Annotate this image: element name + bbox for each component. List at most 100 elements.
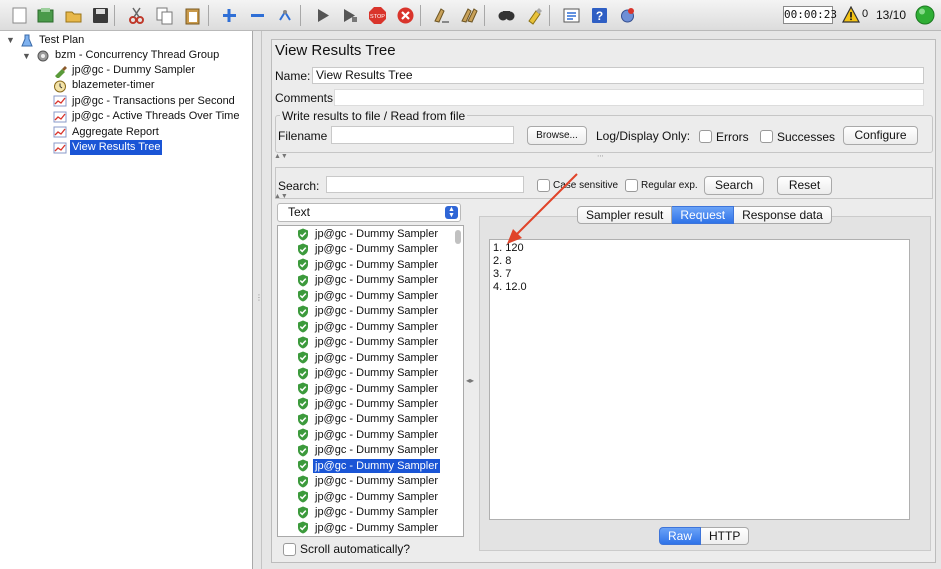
success-shield-icon — [297, 351, 309, 364]
copy-icon[interactable] — [153, 4, 176, 27]
help-icon[interactable]: ? — [588, 4, 611, 27]
list-item-label: jp@gc - Dummy Sampler — [315, 506, 439, 519]
request-text-area[interactable]: 1. 120 2. 8 3. 7 4. 12.0 — [489, 239, 910, 520]
success-shield-icon — [297, 243, 309, 256]
list-item[interactable]: jp@gc - Dummy Sampler — [297, 397, 440, 411]
list-item[interactable]: jp@gc - Dummy Sampler — [297, 490, 440, 504]
list-item[interactable]: jp@gc - Dummy Sampler — [297, 412, 440, 426]
list-item[interactable]: jp@gc - Dummy Sampler — [297, 505, 440, 519]
stop-icon[interactable]: STOP — [366, 4, 389, 27]
test-plan-tree: ▼ Test Plan ▼ bzm - Concurrency Thread G… — [0, 31, 253, 569]
list-item[interactable]: jp@gc - Dummy Sampler — [297, 273, 440, 287]
tab-request[interactable]: Request — [672, 206, 735, 224]
filename-input[interactable] — [331, 126, 514, 144]
request-line: 3. 7 — [493, 268, 512, 280]
configure-button[interactable]: Configure — [843, 126, 918, 145]
save-icon[interactable] — [89, 4, 112, 27]
tree-node-test-plan[interactable]: Test Plan — [20, 33, 86, 48]
tree-node[interactable]: jp@gc - Dummy Sampler — [53, 63, 197, 78]
collapse-arrows-icon[interactable]: ▲▼ — [274, 193, 288, 200]
warning-icon[interactable] — [842, 5, 860, 24]
clear-all-icon[interactable] — [458, 4, 481, 27]
name-field[interactable]: View Results Tree — [312, 67, 924, 84]
list-item[interactable]: jp@gc - Dummy Sampler — [297, 521, 440, 535]
clear-icon[interactable] — [430, 4, 453, 27]
scroll-automatically-option[interactable]: Scroll automatically? — [283, 542, 410, 556]
errors-label: Errors — [716, 130, 749, 144]
list-item[interactable]: jp@gc - Dummy Sampler — [297, 242, 440, 256]
collapse-icon[interactable] — [246, 4, 269, 27]
errors-checkbox[interactable] — [699, 130, 712, 143]
list-item[interactable]: jp@gc - Dummy Sampler — [297, 443, 440, 457]
tab-sampler-result[interactable]: Sampler result — [577, 206, 673, 224]
list-item[interactable]: jp@gc - Dummy Sampler — [297, 227, 440, 241]
list-item[interactable]: jp@gc - Dummy Sampler — [297, 304, 440, 318]
reset-search-icon[interactable] — [523, 4, 546, 27]
search-input[interactable] — [326, 176, 524, 193]
browse-button[interactable]: Browse... — [527, 126, 587, 145]
tree-node[interactable]: Aggregate Report — [53, 125, 161, 140]
reset-button[interactable]: Reset — [777, 176, 832, 195]
flask-icon — [20, 34, 34, 48]
list-item[interactable]: jp@gc - Dummy Sampler — [297, 351, 440, 365]
tree-node-thread-group[interactable]: bzm - Concurrency Thread Group — [36, 48, 221, 63]
search-icon[interactable] — [495, 4, 518, 27]
function-helper-icon[interactable] — [560, 4, 583, 27]
toolbar-separator — [208, 5, 209, 26]
comments-label: Comments: — [275, 91, 337, 105]
templates-icon[interactable] — [34, 4, 57, 27]
paste-icon[interactable] — [181, 4, 204, 27]
tree-node[interactable]: View Results Tree — [53, 140, 163, 155]
list-item[interactable]: jp@gc - Dummy Sampler — [297, 382, 440, 396]
success-shield-icon — [297, 228, 309, 241]
list-item[interactable]: jp@gc - Dummy Sampler — [297, 289, 440, 303]
list-item[interactable]: jp@gc - Dummy Sampler — [297, 258, 440, 272]
success-shield-icon — [297, 413, 309, 426]
expand-arrow-icon[interactable]: ▼ — [22, 51, 31, 61]
cut-icon[interactable] — [125, 4, 148, 27]
divider-handle[interactable]: ⋯ — [597, 153, 604, 160]
tree-node[interactable]: blazemeter-timer — [53, 78, 157, 93]
new-icon[interactable] — [8, 4, 31, 27]
results-list[interactable]: jp@gc - Dummy Sampler jp@gc - Dummy Sampl… — [277, 225, 464, 537]
collapse-arrows-icon[interactable]: ▲▼ — [274, 153, 288, 160]
case-sensitive-checkbox[interactable] — [537, 179, 550, 192]
filename-label: Filename — [278, 129, 328, 143]
success-shield-icon — [297, 428, 309, 441]
regex-checkbox[interactable] — [625, 179, 638, 192]
split-handle-icon[interactable]: ◂▸ — [466, 376, 474, 385]
list-item[interactable]: jp@gc - Dummy Sampler — [297, 458, 441, 473]
expand-arrow-icon[interactable]: ▼ — [6, 35, 15, 45]
shutdown-icon[interactable] — [394, 4, 417, 27]
vertical-splitter[interactable]: ⋮ — [253, 31, 263, 569]
tree-node[interactable]: jp@gc - Transactions per Second — [53, 94, 237, 109]
tab-response-data[interactable]: Response data — [734, 206, 832, 224]
tree-node-label: blazemeter-timer — [72, 79, 155, 92]
renderer-select[interactable]: Text ▲ ▼ — [277, 203, 461, 222]
open-icon[interactable] — [62, 4, 85, 27]
comments-field[interactable] — [334, 89, 924, 106]
list-item[interactable]: jp@gc - Dummy Sampler — [297, 474, 440, 488]
toolbar-separator — [114, 5, 115, 26]
list-item[interactable]: jp@gc - Dummy Sampler — [297, 366, 440, 380]
list-item[interactable]: jp@gc - Dummy Sampler — [297, 428, 440, 442]
list-item[interactable]: jp@gc - Dummy Sampler — [297, 335, 440, 349]
scroll-automatically-checkbox[interactable] — [283, 542, 296, 556]
search-button[interactable]: Search — [704, 176, 764, 195]
list-item-label: jp@gc - Dummy Sampler — [315, 320, 439, 333]
elapsed-timer: 00:00:23 — [783, 6, 837, 24]
start-no-pauses-icon[interactable] — [338, 4, 361, 27]
start-icon[interactable] — [311, 4, 334, 27]
expand-icon[interactable] — [218, 4, 241, 27]
list-item-label: jp@gc - Dummy Sampler — [315, 243, 439, 256]
view-tab-raw[interactable]: Raw — [659, 527, 702, 545]
sampler-icon — [53, 64, 67, 78]
toggle-icon[interactable] — [274, 4, 297, 27]
tree-node[interactable]: jp@gc - Active Threads Over Time — [53, 109, 241, 124]
successes-checkbox[interactable] — [760, 130, 773, 143]
view-tab-http[interactable]: HTTP — [701, 527, 750, 545]
warning-count: 0 — [862, 8, 869, 20]
list-scrollbar-thumb[interactable] — [455, 230, 461, 244]
list-item[interactable]: jp@gc - Dummy Sampler — [297, 320, 440, 334]
remote-icon[interactable] — [616, 4, 639, 27]
